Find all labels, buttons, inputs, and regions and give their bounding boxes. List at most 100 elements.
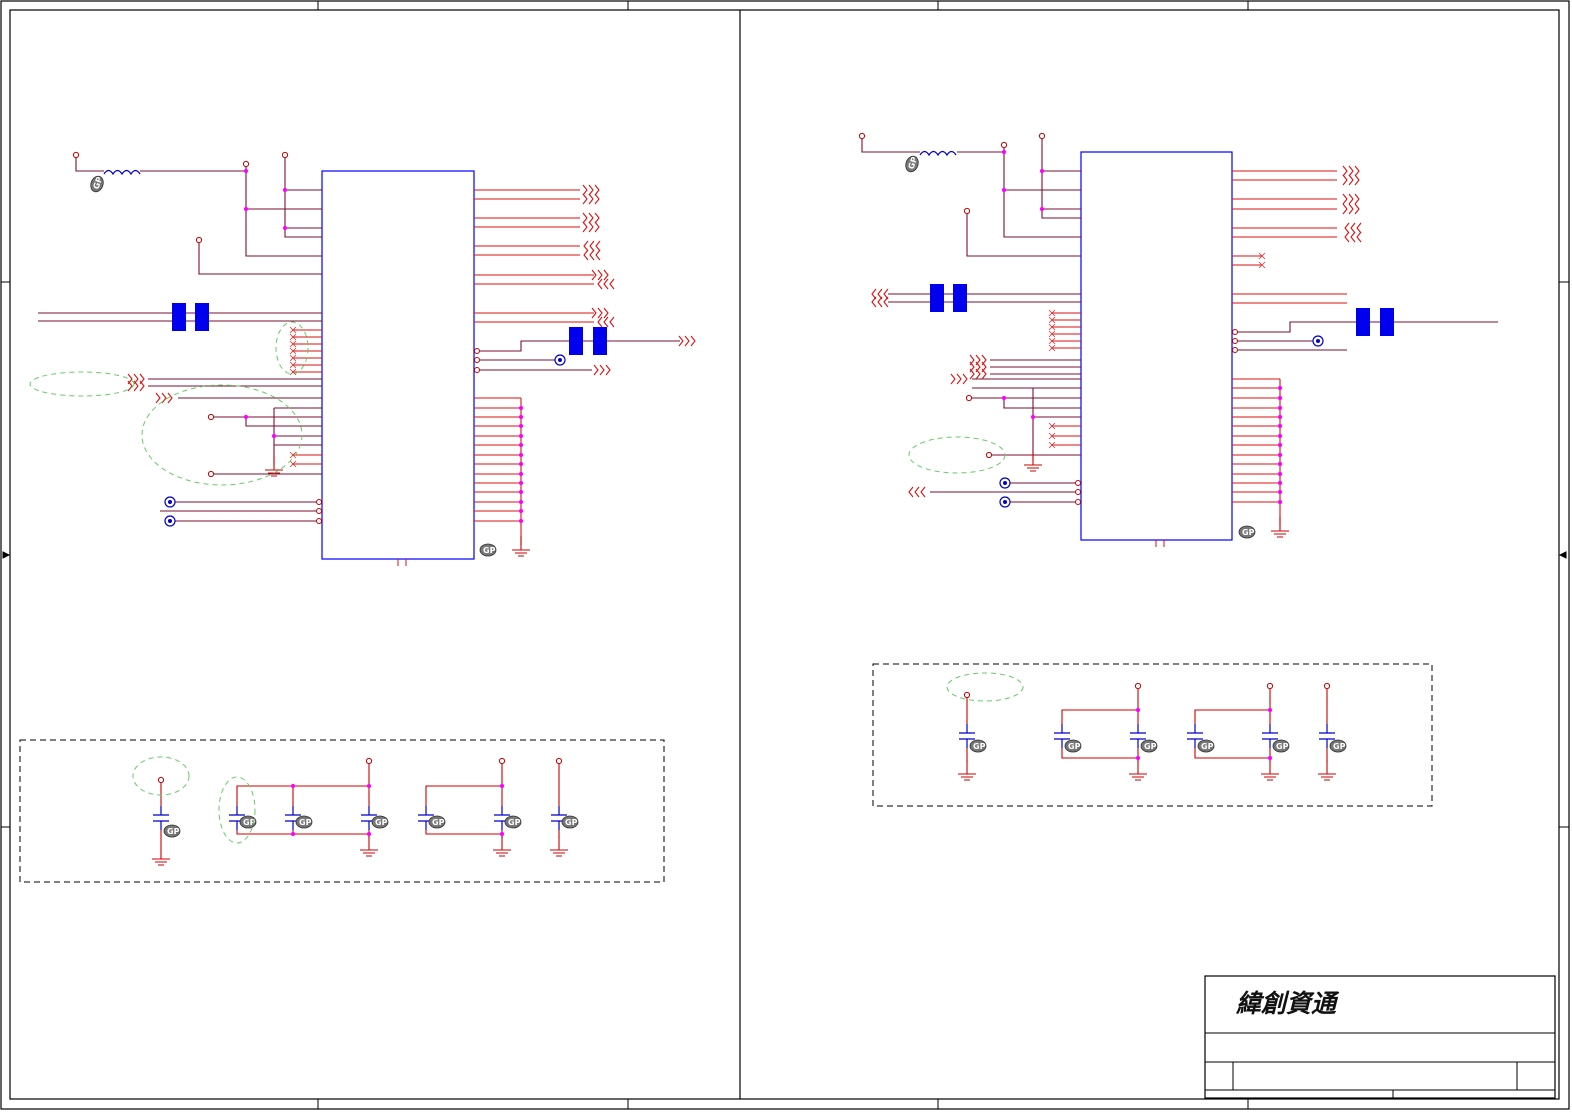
power-pin-icon (242, 160, 250, 168)
offpage-connector-icon (1344, 231, 1362, 243)
junction-dot (1135, 755, 1141, 761)
test-point-icon (164, 515, 176, 527)
power-pin-icon (1038, 132, 1046, 140)
junction-dot (1030, 414, 1036, 420)
junction-dot (1267, 755, 1273, 761)
offpage-connector-icon (582, 221, 600, 233)
power-pin-icon (1134, 682, 1142, 690)
ferrite-bead-icon (195, 303, 209, 331)
inductor-icon (919, 150, 957, 156)
gp-marker-icon (295, 815, 313, 829)
junction-dot (282, 225, 288, 231)
ground-icon (549, 835, 569, 857)
offpage-connector-icon (1342, 165, 1360, 177)
offpage-connector-icon (583, 249, 601, 261)
gp-marker-icon (1329, 739, 1347, 753)
power-pin-icon (498, 757, 506, 765)
right-schematic (858, 132, 1498, 807)
junction-dot (1001, 149, 1007, 155)
offpage-connector-icon (597, 316, 615, 328)
ic-body-right (1080, 151, 1233, 541)
offpage-connector-icon (871, 288, 889, 300)
inductor-icon (103, 169, 141, 175)
gp-marker-icon (504, 815, 522, 829)
power-pin-icon (207, 470, 215, 478)
junction-dot (1135, 707, 1141, 713)
ic-body-left (321, 170, 475, 560)
ground-icon (151, 844, 171, 866)
gp-marker-icon (1197, 739, 1215, 753)
power-pin-icon (1323, 682, 1331, 690)
gp-marker-icon (371, 815, 389, 829)
offpage-connector-icon (1342, 174, 1360, 186)
gp-marker-icon (1140, 739, 1158, 753)
ferrite-bead-icon (569, 327, 583, 355)
power-pin-icon (195, 236, 203, 244)
power-pin-icon (965, 394, 973, 402)
test-point-icon (999, 477, 1011, 489)
junction-dot (282, 187, 288, 193)
ground-icon (1023, 450, 1043, 472)
ground-icon (359, 835, 379, 857)
offpage-connector-icon (950, 373, 968, 385)
title-block: 緯創資通 (1204, 975, 1556, 1099)
junction-dot (366, 783, 372, 789)
junction-dot (290, 783, 296, 789)
junction-dot (1001, 187, 1007, 193)
junction-dot (366, 831, 372, 837)
power-pin-icon (985, 451, 993, 459)
junction-dot (499, 783, 505, 789)
junction-dot (271, 433, 277, 439)
gp-marker-icon (1272, 739, 1290, 753)
power-pin-icon (72, 151, 80, 159)
gp-marker-icon (479, 543, 497, 557)
ground-icon (957, 759, 977, 781)
ground-icon (1128, 759, 1148, 781)
power-pin-icon (963, 691, 971, 699)
nc-pins-left (292, 329, 322, 373)
power-pin-icon (555, 757, 563, 765)
gp-marker-icon (903, 153, 921, 175)
ground-icon (492, 835, 512, 857)
junction-dot (243, 414, 249, 420)
junction-dot (243, 206, 249, 212)
junction-dot (1039, 168, 1045, 174)
gp-marker-icon (163, 824, 181, 838)
offpage-connector-icon (155, 392, 173, 404)
gp-marker-icon (561, 815, 579, 829)
junction-dot (1267, 707, 1273, 713)
decoupling-capacitor-box-left (19, 739, 665, 883)
frame-zone-ticks (1, 1, 1569, 1109)
junction-dot (1001, 395, 1007, 401)
offpage-connector-icon (582, 184, 600, 196)
ground-icon (1317, 759, 1337, 781)
offpage-connector-icon (908, 486, 926, 498)
ferrite-bead-icon (1356, 308, 1370, 336)
ferrite-bead-icon (172, 303, 186, 331)
test-point-icon (999, 496, 1011, 508)
junction-dot (1039, 206, 1045, 212)
offpage-connector-icon (582, 212, 600, 224)
gp-marker-icon (428, 815, 446, 829)
power-pin-icon (1266, 682, 1274, 690)
offpage-connector-icon (591, 307, 609, 319)
test-point-icon (554, 354, 566, 366)
offpage-connector-icon (583, 240, 601, 252)
gp-marker-icon (1064, 739, 1082, 753)
decoupling-capacitor-box-right (872, 663, 1433, 807)
offpage-connector-icon (969, 368, 987, 380)
junction-dot (499, 831, 505, 837)
junction-dot (243, 168, 249, 174)
ferrite-bead-icon (1380, 308, 1394, 336)
offpage-connector-icon (871, 296, 889, 308)
gp-marker-icon (969, 739, 987, 753)
ferrite-bead-icon (593, 327, 607, 355)
offpage-connector-icon (1344, 222, 1362, 234)
gp-marker-icon (88, 173, 106, 195)
power-pin-icon (281, 151, 289, 159)
schematic-sheet: GP (0, 0, 1570, 1110)
power-pin-icon (365, 757, 373, 765)
offpage-connector-icon (591, 269, 609, 281)
ground-icon (1260, 759, 1280, 781)
gp-marker-icon (1238, 525, 1256, 539)
